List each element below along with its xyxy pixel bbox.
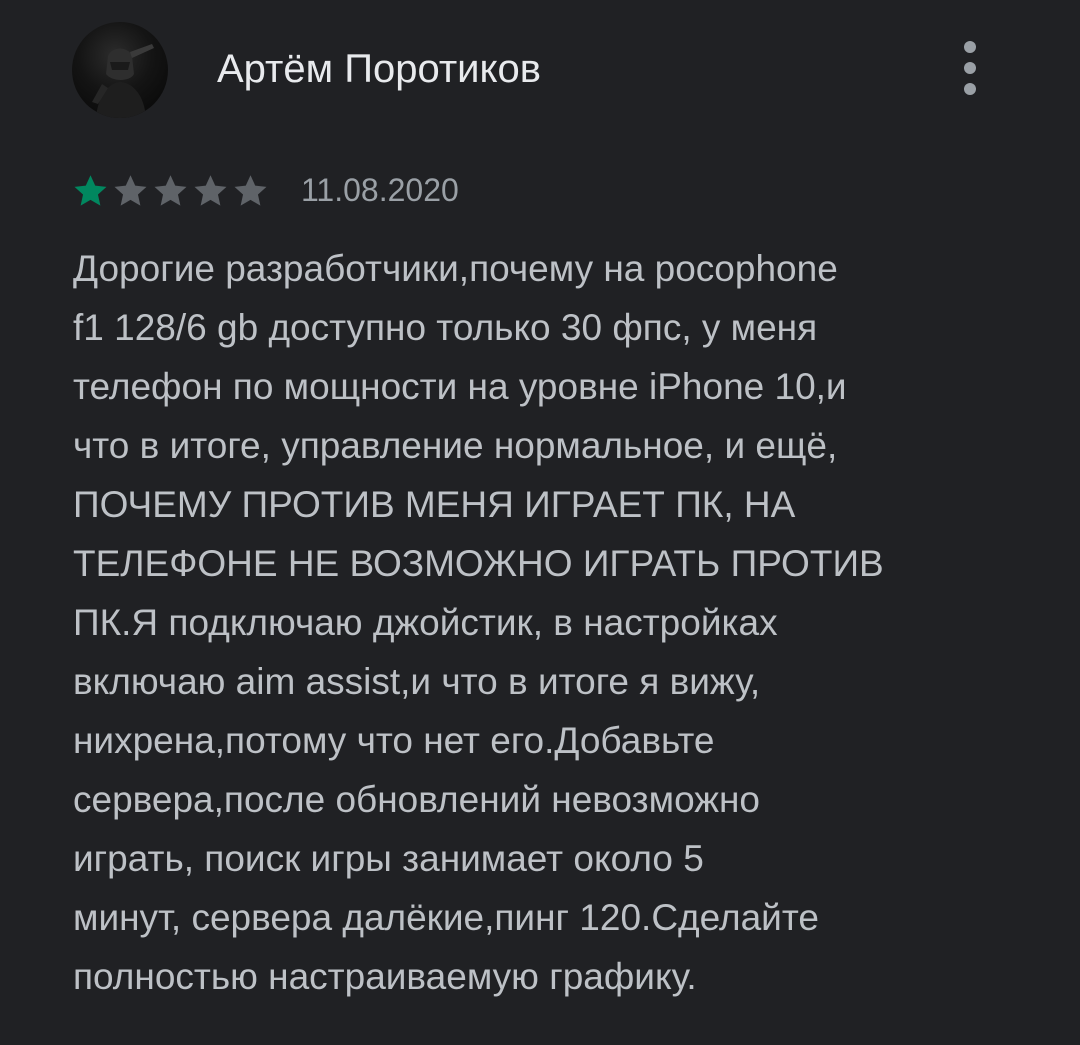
more-vertical-icon-dot (964, 83, 976, 95)
review-card: Артём Поротиков 11.08.2020 Дорогие разра… (0, 0, 1080, 1045)
avatar[interactable] (72, 22, 168, 118)
author-name: Артём Поротиков (217, 47, 541, 91)
star-rating (72, 173, 269, 208)
avatar-image (92, 44, 154, 118)
review-text: Дорогие разработчики,почему на pocophone… (73, 248, 884, 997)
star-empty-icon (194, 174, 227, 206)
star-empty-icon (114, 174, 147, 206)
star-filled-icon (74, 174, 107, 206)
star-empty-icon (234, 174, 267, 206)
more-options-button[interactable] (948, 36, 992, 100)
rating-row: 11.08.2020 (72, 170, 459, 210)
star-empty-icon (154, 174, 187, 206)
review-date: 11.08.2020 (301, 172, 459, 208)
more-vertical-icon (964, 41, 976, 53)
more-vertical-icon-dot (964, 62, 976, 74)
